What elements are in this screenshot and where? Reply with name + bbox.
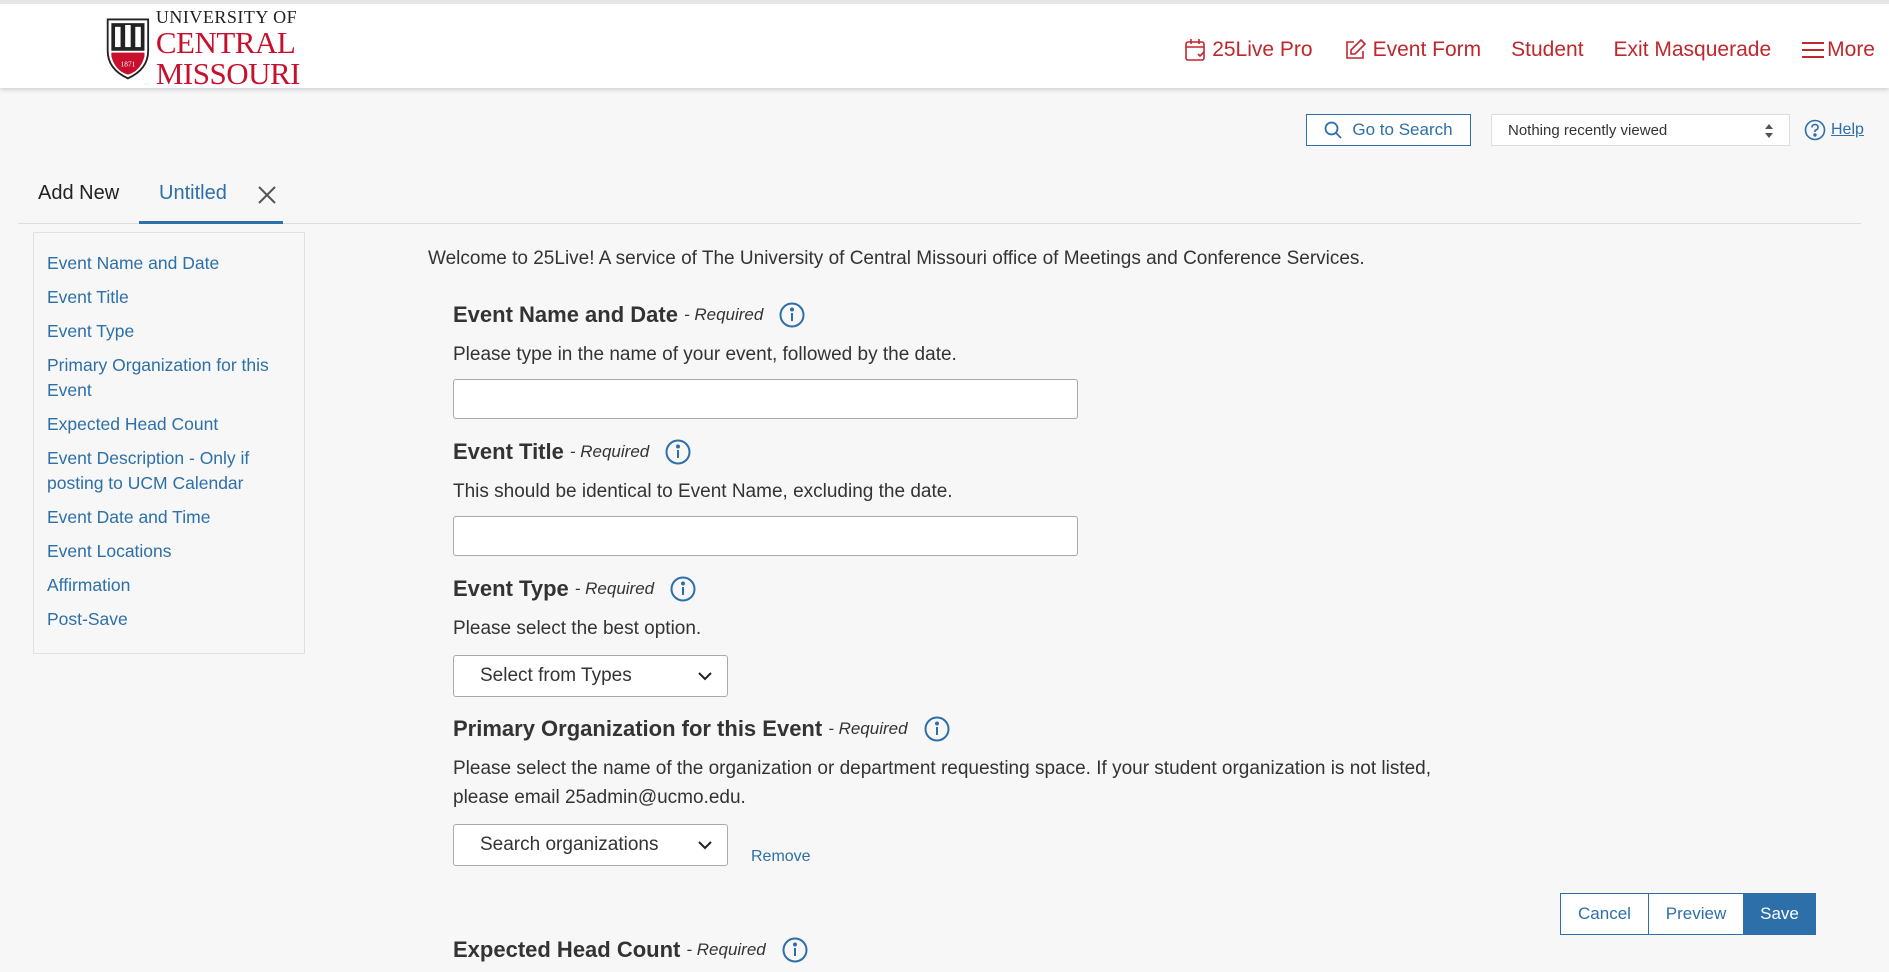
university-seal-icon: 1871	[106, 18, 150, 80]
form-actions: Cancel Preview Save	[1560, 893, 1816, 935]
chevron-down-icon	[698, 672, 712, 681]
top-navigation: 25Live Pro Event Form Student Exit Masqu…	[1184, 38, 1875, 62]
section-description: This should be identical to Event Name, …	[453, 481, 953, 502]
info-icon[interactable]	[924, 716, 950, 742]
section-description: Please select the best option.	[453, 618, 702, 639]
event-name-date-input[interactable]	[453, 379, 1078, 419]
required-label: - Required	[686, 940, 766, 959]
welcome-message: Welcome to 25Live! A service of The Univ…	[428, 248, 1365, 269]
edit-icon	[1345, 38, 1366, 59]
svg-text:1871: 1871	[121, 59, 136, 68]
sidenav-item-event-type[interactable]: Event Type	[47, 319, 291, 344]
recently-viewed-value: Nothing recently viewed	[1508, 121, 1668, 139]
organization-search-select[interactable]: Search organizations	[453, 824, 728, 866]
preview-button[interactable]: Preview	[1648, 893, 1743, 935]
help-link[interactable]: Help	[1804, 119, 1864, 141]
section-description: Please select the name of the organizati…	[453, 758, 1432, 808]
nav-label: 25Live Pro	[1212, 38, 1313, 61]
sidenav-item-post-save[interactable]: Post-Save	[47, 607, 291, 632]
section-event-type: Event Type - Required Please select the …	[453, 576, 728, 697]
tab-add-new[interactable]: Add New	[38, 182, 119, 205]
nav-25live-pro[interactable]: 25Live Pro	[1184, 38, 1313, 62]
section-title: Event Name and Date	[453, 302, 678, 327]
section-event-name-date: Event Name and Date - Required Please ty…	[453, 302, 1078, 419]
nav-label: Exit Masquerade	[1613, 38, 1772, 61]
nav-event-form[interactable]: Event Form	[1343, 38, 1482, 62]
section-title: Event Title	[453, 439, 564, 464]
nav-label: Student	[1511, 38, 1584, 61]
sidenav-item-affirmation[interactable]: Affirmation	[47, 573, 291, 598]
tab-untitled[interactable]: Untitled	[139, 172, 283, 224]
section-title: Primary Organization for this Event	[453, 716, 823, 741]
logo-line-2: CENTRAL	[155, 24, 296, 60]
section-expected-head-count: Expected Head Count - Required	[453, 937, 808, 963]
tab-bar: Add New Untitled	[18, 172, 1861, 224]
sidenav-item-event-date-time[interactable]: Event Date and Time	[47, 505, 291, 530]
remove-organization-link[interactable]: Remove	[751, 848, 811, 866]
sidenav-item-event-description[interactable]: Event Description - Only if posting to U…	[47, 446, 291, 496]
nav-exit-masquerade[interactable]: Exit Masquerade	[1614, 38, 1772, 62]
logo-line-3: MISSOURI	[155, 55, 301, 91]
sidenav-item-event-title[interactable]: Event Title	[47, 285, 291, 310]
sidenav-item-event-name-date[interactable]: Event Name and Date	[47, 251, 291, 276]
select-arrows-icon	[1765, 124, 1773, 138]
form-section-nav: Event Name and Date Event Title Event Ty…	[33, 232, 305, 654]
chevron-down-icon	[698, 841, 712, 850]
recently-viewed-select[interactable]: Nothing recently viewed	[1491, 114, 1790, 146]
event-type-select[interactable]: Select from Types	[453, 655, 728, 697]
sidenav-item-expected-head-count[interactable]: Expected Head Count	[47, 412, 291, 437]
required-label: - Required	[569, 442, 650, 461]
required-label: - Required	[828, 719, 908, 738]
calendar-icon	[1185, 39, 1206, 61]
cancel-button[interactable]: Cancel	[1560, 893, 1648, 935]
top-bar: 1871 UNIVERSITY OF CENTRAL MISSOURI 25Li…	[0, 0, 1889, 89]
close-icon[interactable]	[257, 185, 277, 205]
nav-more[interactable]: More	[1801, 38, 1875, 62]
select-value: Search organizations	[480, 834, 659, 855]
tab-untitled-label: Untitled	[159, 182, 227, 204]
search-icon	[1325, 121, 1343, 139]
section-title: Expected Head Count	[453, 937, 681, 962]
save-button[interactable]: Save	[1743, 893, 1816, 935]
search-button-label: Go to Search	[1352, 120, 1453, 139]
help-icon	[1804, 119, 1826, 141]
select-value: Select from Types	[480, 665, 632, 686]
info-icon[interactable]	[779, 302, 805, 328]
required-label: - Required	[574, 579, 655, 598]
hamburger-icon	[1802, 42, 1825, 58]
required-label: - Required	[683, 305, 764, 324]
section-primary-organization: Primary Organization for this Event - Re…	[453, 716, 1453, 866]
nav-label: More	[1827, 38, 1875, 61]
sidenav-item-event-locations[interactable]: Event Locations	[47, 539, 291, 564]
help-label: Help	[1831, 121, 1864, 138]
sidenav-item-primary-organization[interactable]: Primary Organization for this Event	[47, 353, 291, 403]
info-icon[interactable]	[670, 576, 696, 602]
nav-student[interactable]: Student	[1511, 38, 1583, 62]
university-logo[interactable]: 1871 UNIVERSITY OF CENTRAL MISSOURI	[104, 8, 301, 89]
section-title: Event Type	[453, 576, 569, 601]
logo-line-1: UNIVERSITY OF	[155, 6, 298, 27]
info-icon[interactable]	[665, 439, 691, 465]
section-description: Please type in the name of your event, f…	[453, 344, 957, 365]
event-title-input[interactable]	[453, 516, 1078, 556]
section-event-title: Event Title - Required This should be id…	[453, 439, 1078, 556]
info-icon[interactable]	[782, 937, 808, 963]
nav-label: Event Form	[1372, 38, 1482, 61]
go-to-search-button[interactable]: Go to Search	[1306, 114, 1471, 146]
